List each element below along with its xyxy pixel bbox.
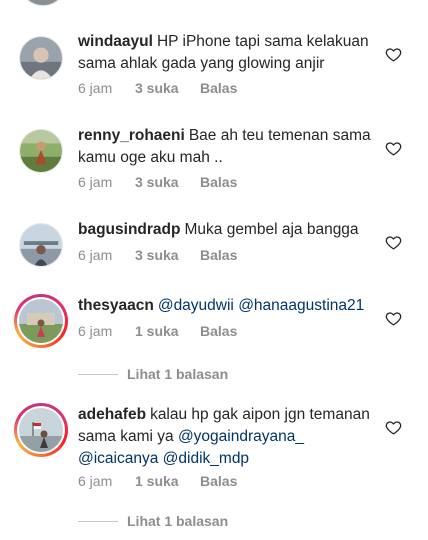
- heart-outline-icon[interactable]: [385, 140, 402, 157]
- comment-time: 6 jam: [78, 473, 113, 489]
- comment-likes[interactable]: 3 suka: [135, 80, 200, 96]
- comment-likes[interactable]: 1 suka: [135, 473, 200, 489]
- view-replies-button[interactable]: Lihat 1 balasan: [78, 366, 228, 382]
- comment-text: thesyaacn @dayudwii @hanaagustina21: [78, 295, 378, 317]
- reply-button[interactable]: Balas: [200, 247, 237, 263]
- avatar-photo: [20, 37, 62, 79]
- view-replies-button[interactable]: Lihat 1 balasan: [78, 513, 228, 529]
- comment-username[interactable]: thesyaacn: [78, 297, 154, 314]
- comment-meta: 6 jam 1 suka Balas: [78, 323, 237, 339]
- comment-username[interactable]: windaayul: [78, 33, 153, 50]
- avatar[interactable]: [19, 223, 63, 267]
- comment-time: 6 jam: [78, 323, 113, 339]
- reply-button[interactable]: Balas: [200, 80, 237, 96]
- avatar[interactable]: [19, 0, 67, 6]
- comment-time: 6 jam: [78, 80, 113, 96]
- heart-outline-icon[interactable]: [385, 46, 402, 63]
- mention-link[interactable]: @hanaagustina21: [238, 297, 364, 314]
- avatar[interactable]: [19, 36, 63, 80]
- avatar[interactable]: [19, 129, 63, 173]
- comment-time: 6 jam: [78, 247, 113, 263]
- comment-text: renny_rohaeni Bae ah teu temenan sama kam…: [78, 125, 378, 169]
- comment-meta: 6 jam 3 suka Balas: [78, 174, 237, 190]
- heart-outline-icon[interactable]: [385, 234, 402, 251]
- mention-link[interactable]: @dayudwii: [158, 297, 234, 314]
- comment-text: bagusindradp Muka gembel aja bangga: [78, 219, 378, 241]
- divider: [78, 373, 118, 375]
- comment-likes[interactable]: 3 suka: [135, 247, 200, 263]
- view-replies-label: Lihat 1 balasan: [127, 513, 229, 529]
- reply-button[interactable]: Balas: [200, 323, 237, 339]
- avatar-photo: [20, 224, 62, 266]
- avatar-photo: [19, 408, 63, 452]
- avatar-photo: [19, 299, 63, 343]
- comment-meta: 6 jam 3 suka Balas: [78, 80, 237, 96]
- mention-link[interactable]: @didik_mdp: [163, 450, 249, 467]
- comment-text: adehafeb kalau hp gak aipon jgn temanan s…: [78, 404, 378, 470]
- divider: [78, 520, 118, 522]
- view-replies-label: Lihat 1 balasan: [127, 366, 229, 382]
- comment-likes[interactable]: 3 suka: [135, 174, 200, 190]
- comment-meta: 6 jam 3 suka Balas: [78, 247, 237, 263]
- mention-link[interactable]: @icaicanya: [78, 450, 158, 467]
- comment-body: Muka gembel aja bangga: [184, 221, 359, 238]
- comment-time: 6 jam: [78, 174, 113, 190]
- comment-likes[interactable]: 1 suka: [135, 323, 200, 339]
- reply-button[interactable]: Balas: [200, 174, 237, 190]
- comment-meta: 6 jam 1 suka Balas: [78, 473, 237, 489]
- heart-outline-icon[interactable]: [385, 419, 402, 436]
- heart-outline-icon[interactable]: [385, 310, 402, 327]
- comment-username[interactable]: renny_rohaeni: [78, 127, 185, 144]
- comment-username[interactable]: adehafeb: [78, 406, 146, 423]
- mention-link[interactable]: @yogaindrayana_: [178, 428, 304, 445]
- avatar-story-ring[interactable]: [14, 294, 68, 348]
- comment-username[interactable]: bagusindradp: [78, 221, 180, 238]
- reply-button[interactable]: Balas: [200, 473, 237, 489]
- avatar-photo: [20, 130, 62, 172]
- comment-text: windaayul HP iPhone tapi sama kelakuan sa…: [78, 31, 378, 75]
- avatar-story-ring[interactable]: [14, 403, 68, 457]
